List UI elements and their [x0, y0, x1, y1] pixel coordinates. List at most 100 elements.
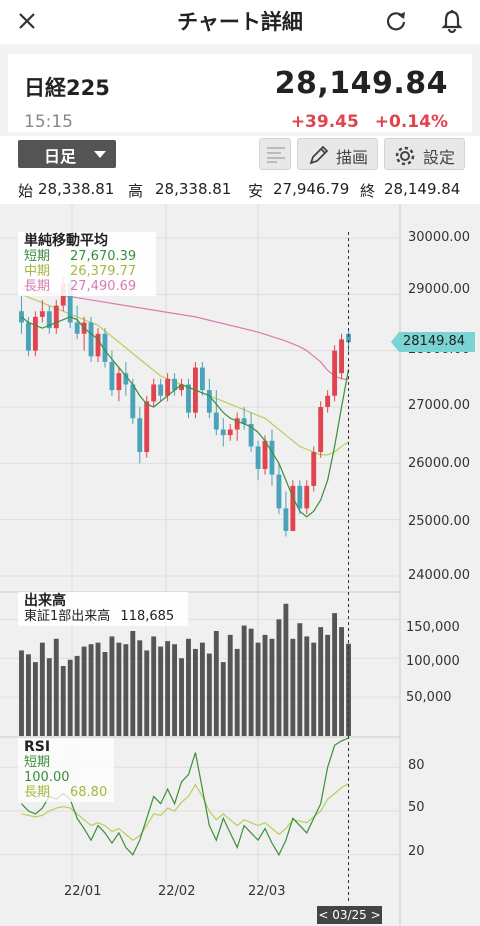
volume-bar	[144, 650, 150, 736]
volume-bar	[137, 640, 143, 736]
ma-short-row: 短期 27,670.39	[24, 249, 150, 264]
draw-label: 描画	[336, 148, 369, 167]
volume-bar	[213, 631, 219, 736]
candle-body	[262, 440, 268, 469]
volume-bar	[290, 638, 296, 736]
candle-body	[74, 322, 80, 334]
rsi-short-label: 短期	[24, 755, 51, 770]
candle-body	[318, 407, 324, 453]
period-dropdown[interactable]: 日足	[18, 140, 116, 168]
high-label: 高	[128, 182, 144, 200]
refresh-icon[interactable]	[381, 6, 411, 36]
rsi-long-label: 長期	[24, 785, 51, 800]
draw-button[interactable]: 描画	[297, 138, 378, 170]
candle-body	[158, 384, 164, 396]
volume-bar	[151, 636, 157, 736]
ma-long-value: 27,490.69	[70, 279, 137, 294]
candle-body	[304, 485, 310, 509]
volume-bar	[206, 653, 212, 736]
volume-bar	[283, 603, 289, 736]
price-tick: 25000.00	[408, 514, 471, 529]
volume-subtitle: 東証1部出来高	[24, 609, 111, 624]
bell-icon[interactable]	[437, 6, 467, 36]
volume-bar	[81, 646, 87, 736]
volume-bar	[179, 658, 184, 736]
ma-short-value: 27,670.39	[70, 249, 137, 264]
volume-bar	[332, 613, 338, 736]
change-value: +39.45	[290, 112, 359, 132]
rsi-long-row: 長期 68.80	[24, 785, 108, 800]
rsi-tick: 80	[408, 758, 425, 773]
volume-legend-row: 東証1部出来高 118,685	[24, 609, 182, 624]
candle-body	[297, 485, 303, 509]
candle-body	[206, 390, 212, 413]
candle-body	[269, 440, 275, 475]
ma-long-label: 長期	[24, 279, 51, 294]
stock-chart[interactable]	[0, 204, 480, 926]
candle-body	[32, 316, 38, 351]
price-change: +39.45 +0.14%	[291, 112, 448, 132]
date-tick: 22/01	[64, 884, 102, 899]
chart-area[interactable]: 単純移動平均 短期 27,670.39 中期 26,379.77 長期 27,490.…	[0, 204, 480, 926]
volume-value: 118,685	[120, 609, 175, 624]
ma-mid-row: 中期 26,379.77	[24, 264, 150, 279]
volume-bar	[26, 654, 31, 736]
volume-bar	[165, 641, 171, 736]
volume-tick: 100,000	[406, 654, 460, 669]
volume-bar	[220, 662, 226, 736]
candle-body	[39, 311, 45, 317]
volume-bar	[102, 652, 108, 736]
rsi-legend: RSI 短期100.00 長期 68.80	[18, 738, 114, 802]
candle-body	[325, 395, 331, 407]
price-tick: 24000.00	[408, 568, 471, 583]
date-tick: 22/03	[248, 884, 286, 899]
chart-toolbar: 日足 描画 設定	[0, 136, 480, 176]
volume-bar	[46, 658, 52, 736]
rsi-tick: 20	[408, 844, 425, 859]
rsi-tick: 50	[408, 800, 425, 815]
candle-body	[109, 361, 115, 391]
volume-bar	[172, 644, 177, 736]
volume-bar	[255, 642, 261, 736]
volume-bar	[241, 625, 247, 736]
crosshair-date-tag: < 03/25 >	[317, 906, 382, 924]
low-label: 安	[248, 182, 264, 200]
volume-tick: 150,000	[406, 620, 460, 635]
open-value: 28,338.81	[38, 180, 115, 198]
caret-down-icon	[94, 151, 106, 158]
current-price-tag: 28149.84	[391, 332, 475, 352]
volume-bar	[19, 650, 24, 736]
candle-body	[339, 339, 344, 374]
volume-bar	[109, 636, 115, 736]
ma-legend: 単純移動平均 短期 27,670.39 中期 26,379.77 長期 27,490.…	[18, 232, 156, 296]
volume-bar	[88, 644, 94, 736]
candle-body	[220, 429, 226, 436]
rsi-legend-title: RSI	[24, 739, 51, 755]
quote-card: 日経225 15:15 28,149.84 +39.45 +0.14%	[8, 54, 472, 132]
volume-bar	[67, 659, 73, 736]
candle-body	[26, 322, 31, 351]
volume-bar	[234, 648, 240, 736]
pencil-icon	[309, 145, 329, 165]
candle-body	[227, 429, 233, 436]
volume-bar	[262, 634, 268, 736]
volume-bar	[53, 638, 59, 736]
volume-bar	[123, 644, 129, 736]
volume-bar	[39, 642, 45, 736]
volume-bar	[186, 638, 191, 736]
symbol-name: 日経225	[24, 76, 110, 100]
ma-mid-label: 中期	[24, 264, 51, 279]
volume-bar	[32, 662, 38, 736]
candle-body	[144, 401, 150, 453]
settings-button[interactable]: 設定	[384, 138, 465, 170]
ma-long-row: 長期 27,490.69	[24, 279, 150, 294]
volume-legend-title: 出来高	[24, 593, 66, 609]
candle-body	[137, 418, 143, 453]
volume-bar	[193, 648, 198, 736]
change-percent: +0.14%	[374, 112, 448, 132]
volume-bar	[116, 642, 122, 736]
indicator-list-button[interactable]	[259, 138, 291, 170]
candle-body	[53, 305, 59, 329]
price-tick: 30000.00	[408, 230, 471, 245]
price-tick: 29000.00	[408, 282, 471, 297]
